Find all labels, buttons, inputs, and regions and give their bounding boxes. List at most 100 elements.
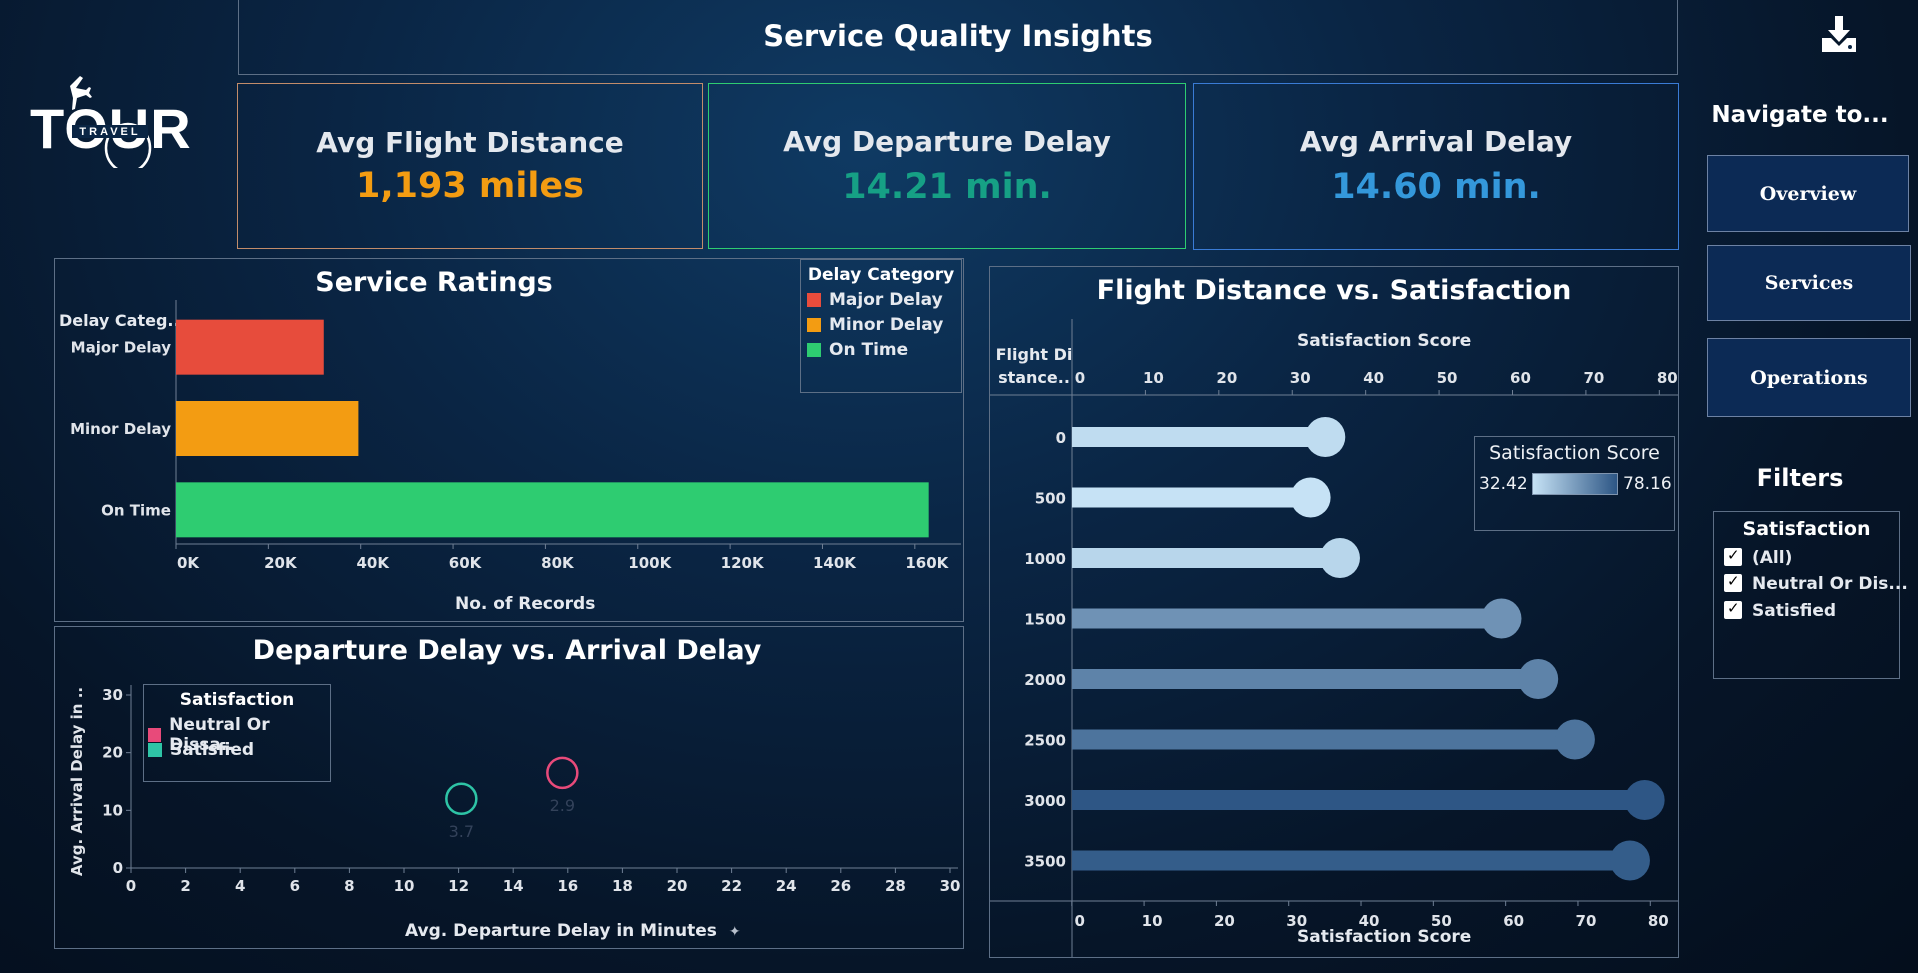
y-tick-label: Major Delay [71,339,172,357]
y-axis-label: Avg. Arrival Delay in .. [68,687,86,876]
legend-min: 32.42 [1479,474,1528,494]
kpi-avg-flight-distance: Avg Flight Distance 1,193 miles [237,83,703,249]
filter-option-neutral[interactable]: Neutral Or Dis... [1724,572,1908,598]
y-tick-label: 1500 [1024,611,1066,629]
bar [176,401,359,456]
delay-scatter-panel: Departure Delay vs. Arrival Delay Satisf… [54,626,964,949]
x-tick-label: 28 [885,877,906,895]
y-tick-label: 2500 [1024,732,1066,750]
legend-gradient [1532,473,1618,495]
kpi-label: Avg Arrival Delay [1299,125,1573,158]
lollipop-head [1481,598,1522,639]
bottom-x-tick-label: 0 [1075,912,1085,930]
y-tick-label: Minor Delay [70,420,171,438]
nav-button-services[interactable]: Services [1707,245,1911,321]
lollipop-head [1554,719,1595,760]
bottom-x-tick-label: 10 [1142,912,1163,930]
x-tick-label: 22 [721,877,742,895]
y-tick-label: 30 [102,686,123,704]
x-tick-label: 6 [290,877,300,895]
top-x-tick-label: 80 [1657,369,1678,387]
y-tick-label: 0 [1056,429,1066,447]
service-ratings-panel: Service Ratings Delay Categ.. No. of Rec… [54,258,964,622]
delay-scatter-chart: 01020300 2 4 6 8 10 12 14 16 18 20 22 24 26 28 30Avg. A… [68,685,961,895]
lollipop-head [1609,840,1650,881]
x-tick-label: 0K [177,554,200,572]
color-legend: Satisfaction Score 32.42 78.16 [1474,436,1675,531]
lollipop-bar [1072,548,1340,568]
top-x-tick-label: 0 [1075,369,1085,387]
x-tick-label: 4 [235,877,245,895]
lollipop-bar [1072,427,1326,447]
kpi-label: Avg Departure Delay [783,125,1111,158]
kpi-avg-departure-delay: Avg Departure Delay 14.21 min. [708,83,1186,249]
filters-title: Filters [1756,464,1844,492]
bar [176,319,324,375]
filter-option-all[interactable]: (All) [1724,546,1894,570]
x-tick-label: 12 [448,877,469,895]
y-tick-label: On Time [101,501,171,519]
download-icon[interactable] [1818,14,1860,56]
scatter-point [546,756,579,790]
lollipop-head [1305,417,1346,457]
top-x-tick-label: 30 [1290,369,1311,387]
lollipop-head [1624,780,1665,820]
filter-option-label: Satisfied [1752,601,1837,621]
kpi-label: Avg Flight Distance [316,126,624,159]
kpi-avg-arrival-delay: Avg Arrival Delay 14.60 min. [1193,83,1679,250]
bottom-x-tick-label: 60 [1503,912,1524,930]
bottom-x-tick-label: 30 [1286,912,1307,930]
lollipop-bar [1072,669,1539,689]
y-tick-label: 2000 [1024,671,1066,689]
x-tick-label: 160K [905,554,949,572]
top-x-tick-label: 10 [1143,369,1164,387]
x-tick-label: 100K [628,554,672,572]
lollipop-head [1319,538,1360,578]
y-tick-label: 3000 [1024,792,1066,810]
lollipop-bar [1072,729,1575,750]
top-x-tick-label: 20 [1216,369,1237,387]
logo: TOUR TRAVEL [30,68,200,174]
filter-option-label: (All) [1752,548,1793,568]
x-tick-label: 2 [180,877,190,895]
distance-satisfaction-chart: 0 10 20 30 40 50 60 70 80 0 10 20 30 40 50 60 70 80 0 500 10… [990,319,1678,957]
checkbox-checked-icon[interactable] [1724,572,1742,592]
top-x-tick-label: 50 [1437,369,1458,387]
x-tick-label: 24 [776,877,797,895]
y-tick-label: 1000 [1024,550,1066,568]
x-tick-label: 120K [721,554,765,572]
lollipop-bar [1072,850,1630,871]
x-tick-label: 18 [612,877,633,895]
filter-group-title: Satisfaction [1742,518,1871,540]
x-tick-label: 140K [813,554,857,572]
nav-button-operations[interactable]: Operations [1707,338,1911,417]
checkbox-checked-icon[interactable] [1724,599,1742,619]
nav-button-overview[interactable]: Overview [1707,155,1909,232]
bottom-x-tick-label: 40 [1359,912,1380,930]
lollipop-bar [1072,608,1502,629]
top-x-tick-label: 70 [1583,369,1604,387]
x-tick-label: 0 [126,877,136,895]
bottom-x-tick-label: 50 [1431,912,1452,930]
x-tick-label: 8 [344,877,354,895]
y-tick-label: 10 [102,801,123,819]
logo-subtext: TRAVEL [79,126,140,138]
x-tick-label: 30 [940,877,961,895]
scatter-point [445,782,478,816]
x-tick-label: 26 [830,877,851,895]
lollipop-bar [1072,487,1311,508]
bottom-x-tick-label: 20 [1214,912,1235,930]
service-ratings-chart: Major Delay Minor Delay On Time 0K 20K 40K 60K… [70,300,961,572]
y-tick-label: 0 [113,859,123,877]
checkbox-checked-icon[interactable] [1724,546,1742,566]
filter-satisfaction: Satisfaction (All) Neutral Or Dis... Sat… [1713,511,1908,679]
x-tick-label: 10 [394,877,415,895]
bar [176,482,929,538]
kpi-value: 14.21 min. [842,167,1052,207]
bottom-x-tick-label: 80 [1648,912,1669,930]
x-tick-label: 14 [503,877,524,895]
x-tick-label: 16 [557,877,578,895]
filter-option-satisfied[interactable]: Satisfied [1724,599,1894,625]
kpi-value: 14.60 min. [1331,167,1541,207]
bottom-x-tick-label: 70 [1576,912,1597,930]
